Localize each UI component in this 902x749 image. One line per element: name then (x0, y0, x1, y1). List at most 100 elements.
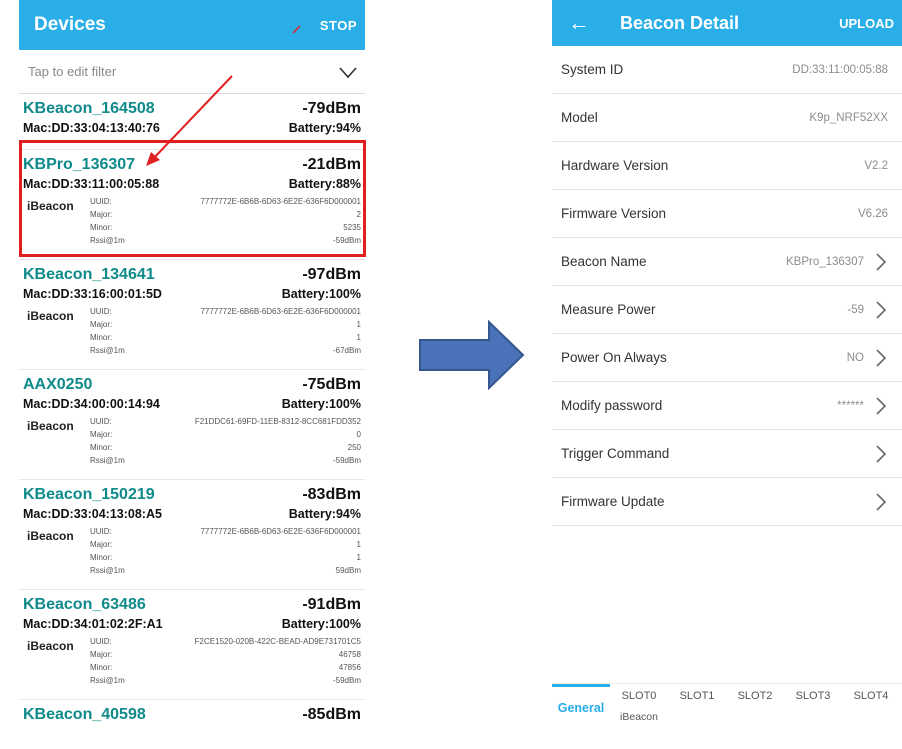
chevron-right-icon (876, 348, 887, 367)
tab-sublabel: iBeacon (620, 711, 658, 723)
row-label: Power On Always (561, 350, 667, 365)
tab-label: General (557, 701, 605, 715)
detail-row-power-on-always[interactable]: Power On Always NO (552, 334, 902, 382)
chevron-down-icon[interactable] (337, 61, 359, 83)
beacon-info: iBeacon UUID: 7777772E-6B6B-6D63-6E2E-636… (23, 197, 361, 249)
device-battery: Battery:100% (281, 287, 361, 301)
major-value: 0 (356, 430, 361, 439)
beacon-info: iBeacon UUID: 7777772E-6B6B-6D63-6E2E-636… (23, 527, 361, 579)
device-mac: Mac:DD:34:00:00:14:94 (23, 397, 160, 411)
detail-app-bar: ← Beacon Detail UPLOAD (552, 0, 902, 46)
list-item[interactable]: KBeacon_40598 -85dBm (19, 700, 365, 749)
detail-row-modify-password[interactable]: Modify password ****** (552, 382, 902, 430)
row-value: -59 (847, 303, 864, 316)
filter-bar[interactable]: Tap to edit filter (19, 50, 365, 94)
device-mac: Mac:DD:33:16:00:01:5D (23, 287, 162, 301)
major-value: 1 (356, 320, 361, 329)
uuid-label: UUID: (90, 417, 112, 426)
major-label: Major: (90, 320, 113, 329)
rssi1m-label: Rssi@1m (90, 346, 125, 355)
device-mac: Mac:DD:34:01:02:2F:A1 (23, 617, 163, 631)
row-value: KBPro_136307 (785, 255, 864, 268)
row-label: Trigger Command (561, 446, 670, 461)
minor-label: Minor: (90, 663, 113, 672)
navigation-arrow-icon (419, 320, 525, 390)
detail-row-firmware-update[interactable]: Firmware Update (552, 478, 902, 526)
row-label: Firmware Update (561, 494, 665, 509)
rssi1m-value: -59dBm (332, 456, 361, 465)
rssi1m-value: -59dBm (332, 236, 361, 245)
tab-slot2[interactable]: SLOT2 (726, 684, 784, 749)
row-value: ****** (837, 399, 864, 412)
device-battery: Battery:94% (288, 507, 361, 521)
beacon-type: iBeacon (27, 529, 74, 543)
beacon-info: iBeacon UUID: 7777772E-6B6B-6D63-6E2E-636… (23, 307, 361, 359)
tab-slot4[interactable]: SLOT4 (842, 684, 900, 749)
row-value: K9p_NRF52XX (809, 111, 888, 124)
device-battery: Battery:100% (281, 397, 361, 411)
list-item[interactable]: KBeacon_150219 -83dBm Mac:DD:33:04:13:08:… (19, 480, 365, 590)
list-item[interactable]: KBPro_136307 -21dBm Mac:DD:33:11:00:05:88… (19, 150, 365, 260)
device-mac: Mac:DD:33:04:13:08:A5 (23, 507, 162, 521)
uuid-value: 7777772E-6B6B-6D63-6E2E-636F6D000001 (200, 197, 361, 206)
arrow-left-icon[interactable]: ← (568, 10, 620, 36)
detail-row-model: Model K9p_NRF52XX (552, 94, 902, 142)
device-name: KBeacon_40598 (23, 706, 146, 723)
list-item[interactable]: AAX0250 -75dBm Mac:DD:34:00:00:14:94 Batte… (19, 370, 365, 480)
row-label: Hardware Version (561, 158, 669, 173)
device-rssi: -75dBm (302, 376, 361, 393)
row-label: Model (561, 110, 598, 125)
rssi1m-label: Rssi@1m (90, 236, 125, 245)
tab-slot1[interactable]: SLOT1 (668, 684, 726, 749)
device-rssi: -83dBm (302, 486, 361, 503)
list-item[interactable]: KBeacon_63486 -91dBm Mac:DD:34:01:02:2F:A… (19, 590, 365, 700)
beacon-detail-screen: ← Beacon Detail UPLOAD System ID DD:33:11… (552, 0, 902, 749)
detail-row-trigger-command[interactable]: Trigger Command (552, 430, 902, 478)
minor-label: Minor: (90, 333, 113, 342)
tab-label: SLOT3 (795, 690, 831, 702)
rssi1m-label: Rssi@1m (90, 676, 125, 685)
device-mac: Mac:DD:33:04:13:40:76 (23, 121, 160, 135)
chevron-right-icon (876, 492, 887, 511)
row-label: Firmware Version (561, 206, 667, 221)
device-list: KBeacon_164508 -79dBm Mac:DD:33:04:13:40:… (19, 94, 365, 749)
rssi1m-label: Rssi@1m (90, 456, 125, 465)
beacon-info: iBeacon UUID: F2CE1520-020B-422C-BEAD-AD9… (23, 637, 361, 689)
upload-button[interactable]: UPLOAD (839, 16, 894, 31)
uuid-value: 7777772E-6B6B-6D63-6E2E-636F6D000001 (200, 527, 361, 536)
row-label: Modify password (561, 398, 663, 413)
tab-label: SLOT4 (853, 690, 889, 702)
minor-label: Minor: (90, 553, 113, 562)
tab-slot0[interactable]: SLOT0 iBeacon (610, 684, 668, 749)
list-item[interactable]: KBeacon_164508 -79dBm Mac:DD:33:04:13:40:… (19, 94, 365, 150)
detail-row-beacon-name[interactable]: Beacon Name KBPro_136307 (552, 238, 902, 286)
chevron-right-icon (876, 252, 887, 271)
uuid-value: F21DDC61-69FD-11EB-8312-8CC681FDD352 (194, 417, 361, 426)
minor-label: Minor: (90, 223, 113, 232)
filter-input[interactable]: Tap to edit filter (28, 64, 116, 79)
device-rssi: -97dBm (302, 266, 361, 283)
tab-label: SLOT1 (679, 690, 715, 702)
tab-label: SLOT0 (621, 690, 657, 702)
device-name: KBPro_136307 (23, 156, 136, 173)
tab-slot3[interactable]: SLOT3 (784, 684, 842, 749)
tab-general[interactable]: General (552, 684, 610, 749)
detail-row-system-id: System ID DD:33:11:00:05:88 (552, 46, 902, 94)
uuid-label: UUID: (90, 197, 112, 206)
list-item[interactable]: KBeacon_134641 -97dBm Mac:DD:33:16:00:01:… (19, 260, 365, 370)
uuid-label: UUID: (90, 637, 112, 646)
beacon-type: iBeacon (27, 199, 74, 213)
row-label: System ID (561, 62, 624, 77)
detail-row-firmware-version: Firmware Version V6.26 (552, 190, 902, 238)
minor-value: 1 (356, 553, 361, 562)
uuid-value: 7777772E-6B6B-6D63-6E2E-636F6D000001 (200, 307, 361, 316)
row-value: V2.2 (864, 159, 888, 172)
detail-row-measure-power[interactable]: Measure Power -59 (552, 286, 902, 334)
screen: Devices STOP Tap to edit filter KBeacon_… (0, 0, 902, 749)
row-value: V6.26 (857, 207, 888, 220)
stop-button[interactable]: STOP (320, 18, 357, 33)
device-mac: Mac:DD:33:11:00:05:88 (23, 177, 160, 191)
tab-label: SLOT2 (737, 690, 773, 702)
device-name: KBeacon_150219 (23, 486, 155, 503)
device-name: AAX0250 (23, 376, 93, 393)
